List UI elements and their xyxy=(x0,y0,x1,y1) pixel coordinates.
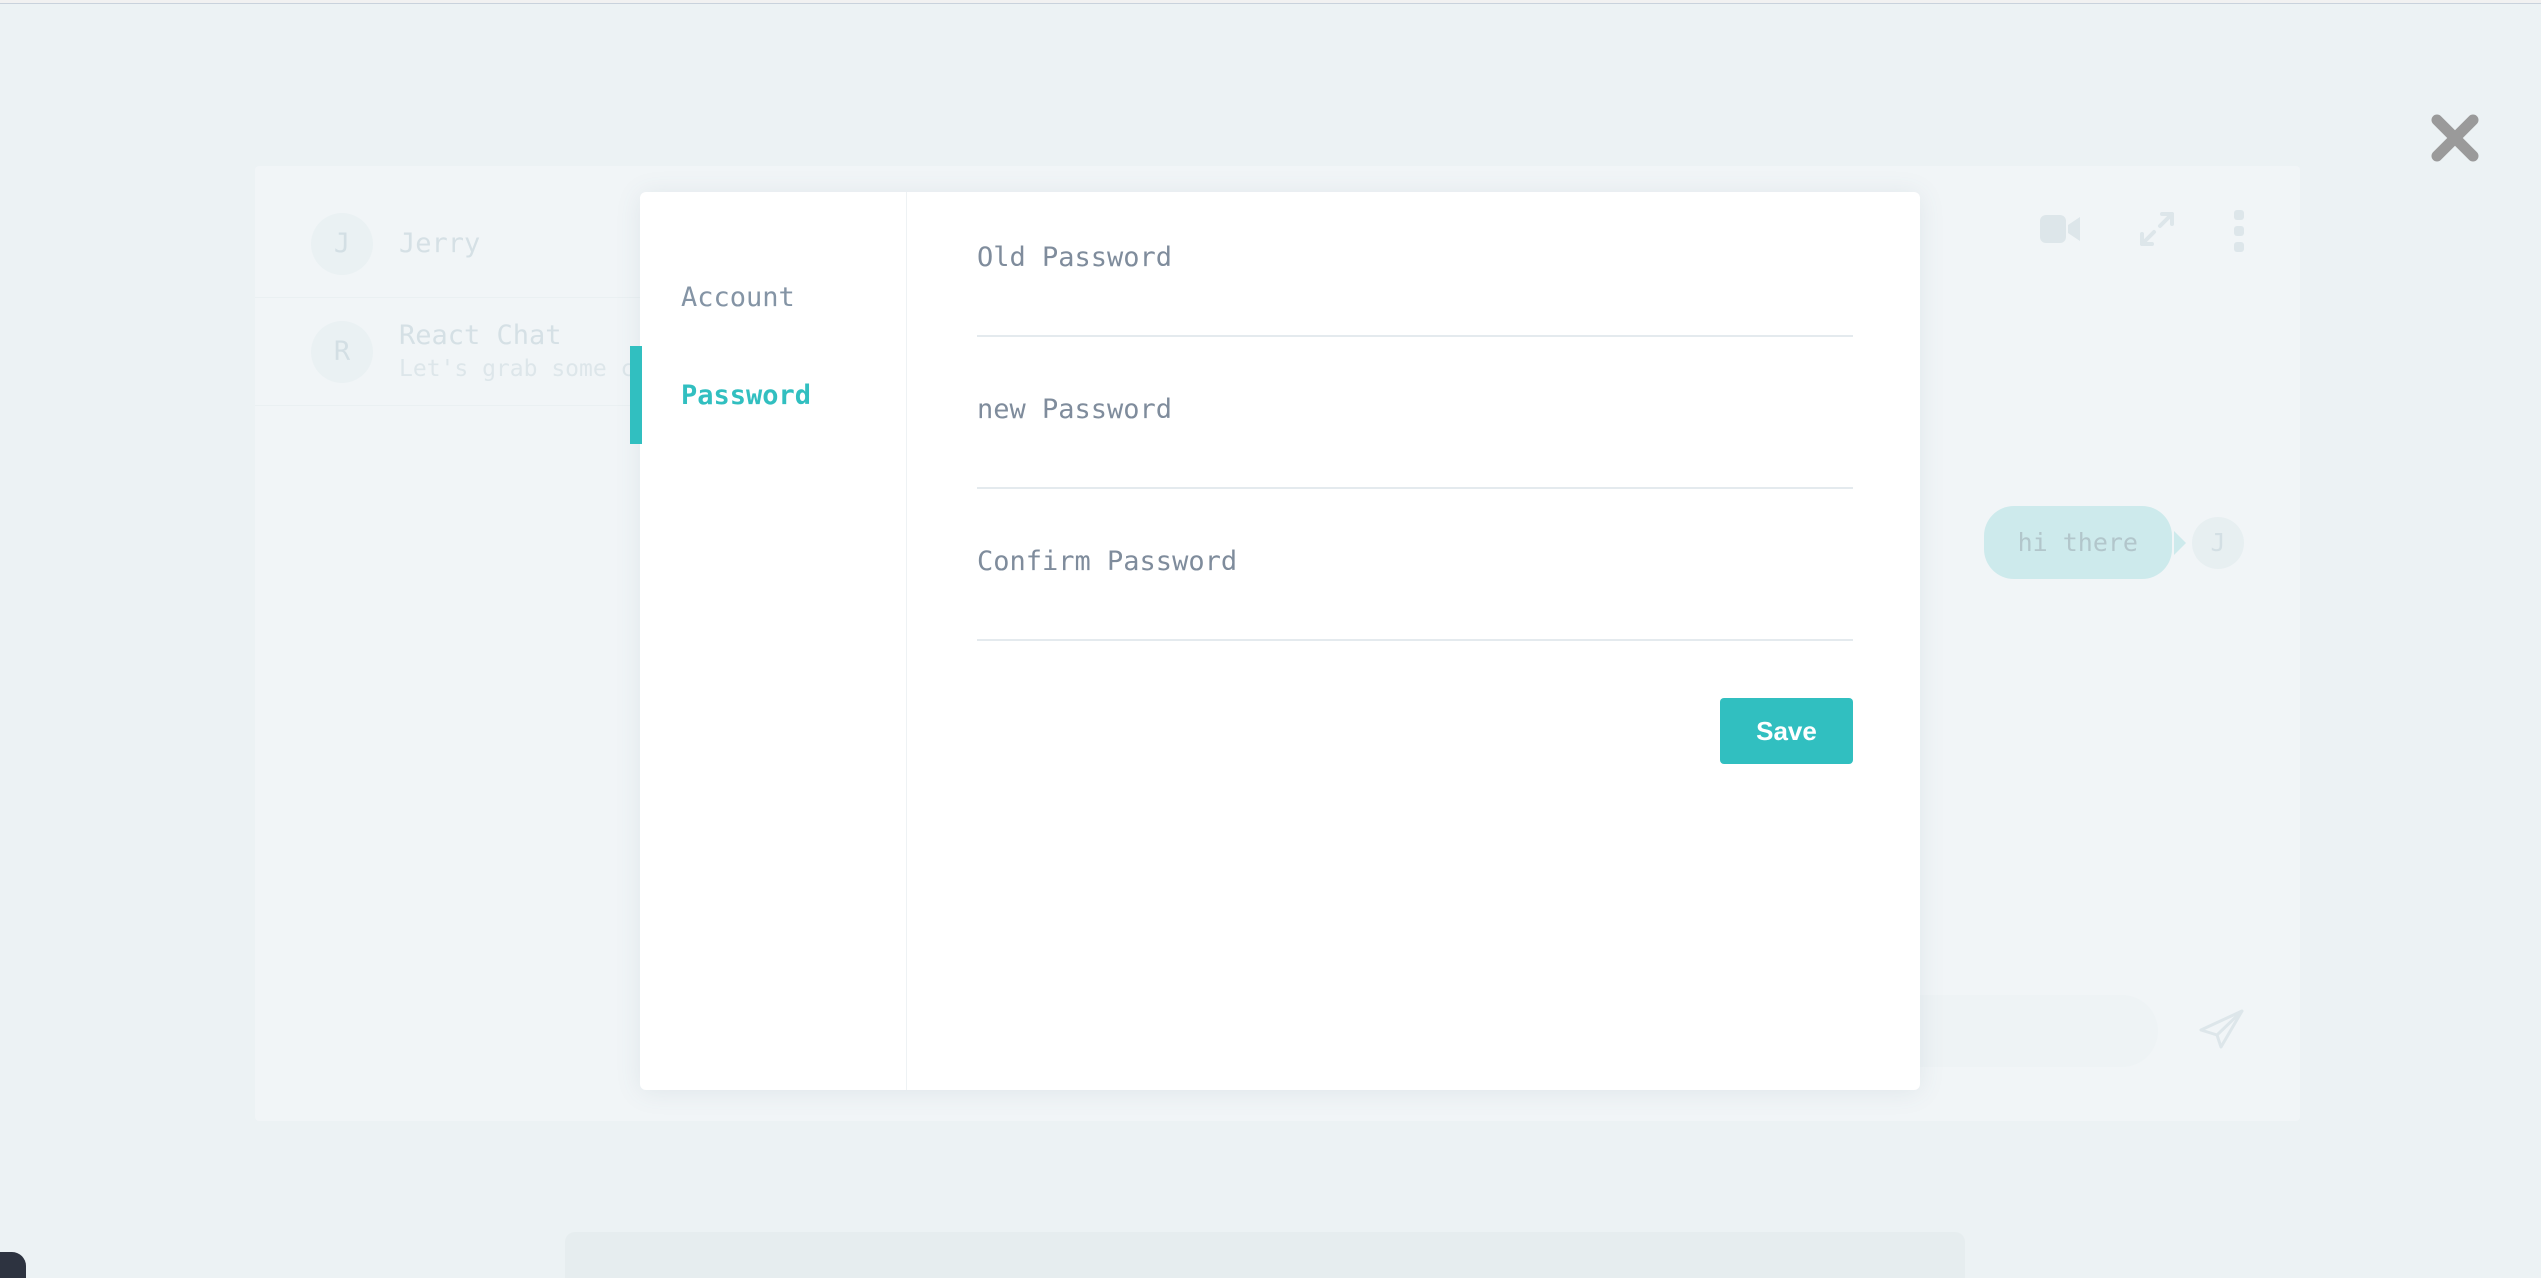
expand-icon[interactable] xyxy=(2140,212,2174,250)
settings-modal: Account Password Old Password new Passwo… xyxy=(630,192,1920,1090)
message-row: hi there J xyxy=(1983,506,2244,579)
field-label: new Password xyxy=(977,394,1173,425)
settings-actions: Save xyxy=(977,698,1853,764)
settings-nav-item-password[interactable]: Password xyxy=(630,346,906,444)
settings-nav-label: Password xyxy=(681,379,812,411)
field-label: Old Password xyxy=(977,242,1173,273)
settings-nav-label: Account xyxy=(681,281,795,313)
old-password-input[interactable] xyxy=(977,321,1853,337)
field-new-password: new Password xyxy=(977,394,1858,489)
conversation-name: Jerry xyxy=(399,227,481,259)
save-button[interactable]: Save xyxy=(1720,698,1853,764)
new-password-input[interactable] xyxy=(977,473,1853,489)
settings-nav: Account Password xyxy=(630,192,907,1090)
conversation-name: React Chat xyxy=(399,320,562,352)
card-drop-shadow xyxy=(565,1232,1965,1278)
browser-chrome-strip xyxy=(0,0,2541,4)
settings-nav-item-account[interactable]: Account xyxy=(640,248,906,346)
conversation-toolbar xyxy=(2040,210,2244,252)
corner-artifact xyxy=(0,1252,26,1278)
field-confirm-password: Confirm Password xyxy=(977,546,1858,641)
avatar: J xyxy=(311,212,373,275)
confirm-password-input[interactable] xyxy=(977,625,1853,641)
avatar: R xyxy=(311,320,373,383)
more-options-icon[interactable] xyxy=(2234,210,2244,252)
message-avatar: J xyxy=(2192,516,2244,569)
field-label: Confirm Password xyxy=(977,546,1238,577)
send-icon[interactable] xyxy=(2198,1008,2244,1054)
message-bubble: hi there xyxy=(1983,506,2187,579)
conversation-snippet: Let's grab some cof xyxy=(399,355,663,382)
video-call-icon[interactable] xyxy=(2040,215,2080,247)
field-old-password: Old Password xyxy=(977,242,1858,337)
settings-panel-password: Old Password new Password Confirm Passwo… xyxy=(907,192,1920,1090)
close-button[interactable] xyxy=(2427,110,2483,166)
